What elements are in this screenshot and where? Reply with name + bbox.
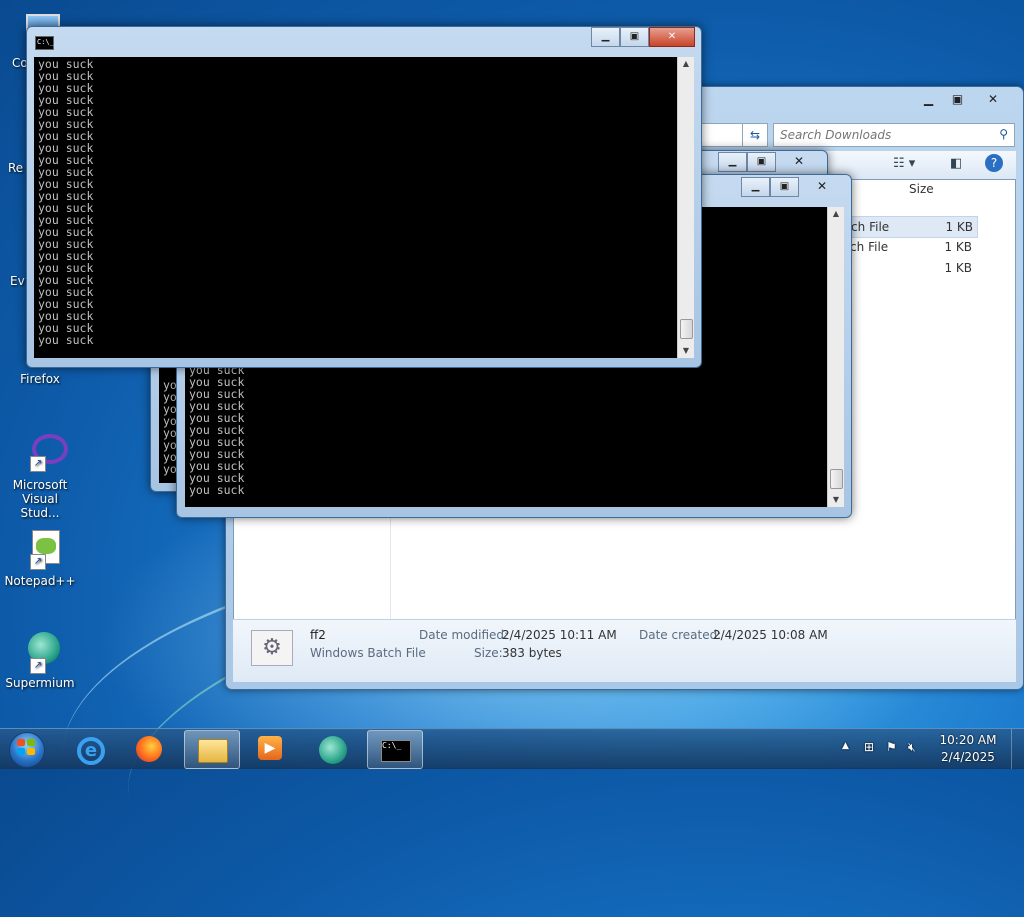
firefox-icon [136, 736, 162, 762]
maximize-button[interactable]: ▣ [770, 177, 799, 197]
console-back-text: yo yo yo yo yo yo yo yo [163, 378, 177, 476]
windows-flag-icon [17, 739, 35, 755]
command-prompt-icon: C:\_ [35, 36, 54, 50]
visual-studio-icon: ↗ [18, 432, 68, 476]
supermium-icon [319, 736, 347, 764]
desktop-icon-supermium[interactable]: ↗ Supermium [2, 630, 78, 690]
detail-modified-label: Date modified: [419, 628, 509, 642]
console-front-output[interactable]: you suck you suck you suck you suck you … [34, 57, 677, 358]
search-box[interactable]: ⚲ [773, 123, 1015, 147]
preview-pane-icon[interactable]: ◧ [950, 156, 962, 171]
volume-muted-icon[interactable]: 🔇︎ [908, 740, 916, 755]
media-player-icon: ▶ [258, 736, 282, 760]
detail-created-label: Date created: [639, 628, 722, 642]
taskbar-firefox[interactable] [123, 730, 177, 767]
minimize-button[interactable]: ▁ [591, 27, 620, 47]
system-tray: ▲ ⊞ ⚑ 🔇︎ 10:20 AM 2/4/2025 [834, 729, 1024, 769]
console-middle-text: you suck you suck you suck you suck you … [189, 363, 245, 497]
detail-created-value: 2/4/2025 10:08 AM [713, 628, 828, 642]
close-button[interactable]: ✕ [972, 90, 1014, 110]
scroll-up-arrow-icon[interactable]: ▲ [828, 207, 844, 221]
taskbar-supermium[interactable] [306, 730, 360, 767]
console-window-front[interactable]: C:\_ ▁ ▣ ✕ you suck you suck you suck yo… [26, 26, 702, 368]
network-icon[interactable]: ⊞ [864, 740, 874, 754]
maximize-button[interactable]: ▣ [620, 27, 649, 47]
minimize-button[interactable]: ▁ [914, 90, 943, 110]
scroll-down-arrow-icon[interactable]: ▼ [828, 493, 844, 507]
taskbar-command-prompt[interactable]: C:\_ [367, 730, 423, 769]
file-row[interactable]: atch File 1 KB [836, 216, 978, 238]
maximize-button[interactable]: ▣ [747, 152, 776, 172]
show-desktop-button[interactable] [1011, 729, 1024, 769]
scroll-thumb[interactable] [830, 469, 843, 489]
refresh-button[interactable]: ⇆ [742, 123, 768, 147]
notepadpp-icon: ↗ [18, 528, 62, 572]
desktop-icon-notepadpp[interactable]: ↗ Notepad++ [2, 528, 78, 588]
taskbar: e ▶ C:\_ ▲ ⊞ ⚑ 🔇︎ 10:20 AM 2/4/2025 [0, 728, 1024, 769]
minimize-button[interactable]: ▁ [741, 177, 770, 197]
file-row[interactable]: atch File 1 KB [836, 237, 976, 257]
close-button[interactable]: ✕ [776, 152, 822, 172]
close-button[interactable]: ✕ [799, 177, 845, 197]
supermium-icon: ↗ [18, 630, 62, 674]
detail-modified-value: 2/4/2025 10:11 AM [502, 628, 617, 642]
detail-filetype: Windows Batch File [310, 646, 426, 660]
taskbar-internet-explorer[interactable]: e [62, 730, 116, 767]
show-hidden-icons-icon[interactable]: ▲ [842, 741, 849, 751]
detail-filename: ff2 [310, 628, 326, 642]
file-explorer-icon [198, 739, 228, 763]
search-icon[interactable]: ⚲ [999, 127, 1008, 141]
help-icon[interactable]: ? [985, 154, 1003, 172]
column-header-size[interactable]: Size [909, 182, 934, 196]
scroll-up-arrow-icon[interactable]: ▲ [678, 57, 694, 71]
command-prompt-icon: C:\_ [381, 740, 411, 762]
action-center-flag-icon[interactable]: ⚑ [886, 740, 897, 754]
close-button[interactable]: ✕ [649, 27, 695, 47]
console-front-controls: ▁ ▣ ✕ [591, 27, 695, 47]
view-options-icon[interactable]: ☷ ▾ [893, 156, 915, 171]
console-middle-controls: ▁ ▣ ✕ [741, 177, 845, 197]
taskbar-file-explorer[interactable] [184, 730, 240, 769]
maximize-button[interactable]: ▣ [943, 90, 972, 110]
internet-explorer-icon: e [77, 737, 105, 765]
clock-time[interactable]: 10:20 AM [938, 733, 998, 747]
desktop-icon-visual-studio[interactable]: ↗ Microsoft Visual Stud... [2, 432, 78, 520]
details-pane: ⚙ ff2 Windows Batch File Date modified: … [233, 619, 1016, 682]
batch-file-icon: ⚙ [251, 630, 293, 666]
scroll-down-arrow-icon[interactable]: ▼ [678, 344, 694, 358]
console-front-scrollbar[interactable]: ▲ ▼ [677, 57, 694, 358]
clock-date[interactable]: 2/4/2025 [938, 750, 998, 764]
minimize-button[interactable]: ▁ [718, 152, 747, 172]
detail-size-label: Size: [474, 646, 503, 660]
console-middle-scrollbar[interactable]: ▲ ▼ [827, 207, 844, 507]
console-front-text: you suck you suck you suck you suck you … [38, 57, 94, 347]
search-input[interactable] [774, 124, 987, 146]
start-button[interactable] [6, 729, 48, 769]
file-row[interactable]: 1 KB [836, 258, 976, 278]
taskbar-media-player[interactable]: ▶ [245, 730, 299, 767]
scroll-thumb[interactable] [680, 319, 693, 339]
detail-size-value: 383 bytes [502, 646, 562, 660]
explorer-window-controls: ▁ ▣ ✕ [914, 90, 1014, 110]
console-back-controls: ▁ ▣ ✕ [718, 152, 822, 172]
